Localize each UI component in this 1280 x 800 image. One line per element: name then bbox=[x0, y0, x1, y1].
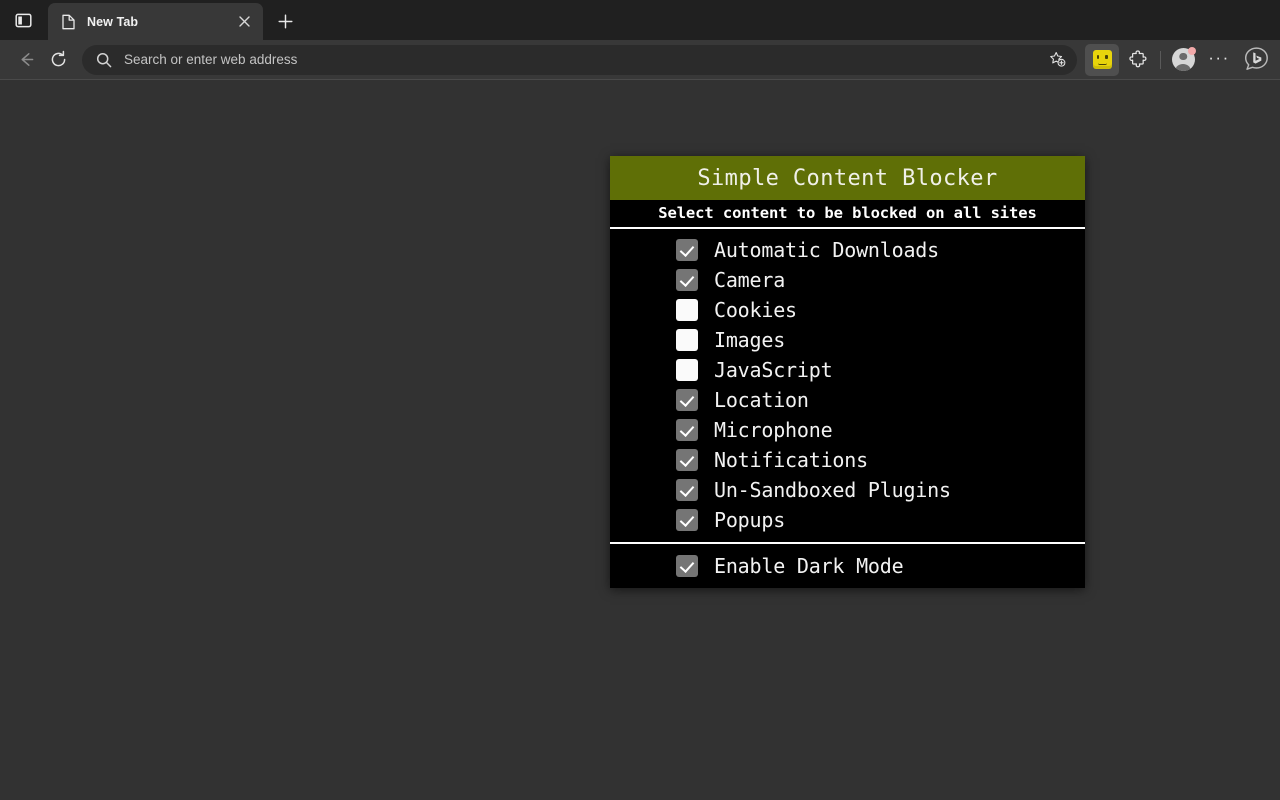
settings-and-more-button[interactable]: ··· bbox=[1202, 44, 1236, 76]
address-input[interactable] bbox=[124, 44, 1043, 75]
arrow-left-icon bbox=[21, 53, 33, 66]
option-label: Location bbox=[714, 388, 809, 412]
popup-header: Simple Content Blocker bbox=[610, 156, 1085, 200]
close-icon[interactable] bbox=[233, 11, 255, 33]
copilot-bing-icon bbox=[1244, 47, 1268, 70]
ellipsis-icon: ··· bbox=[1208, 47, 1230, 67]
copilot-button[interactable] bbox=[1240, 44, 1272, 76]
popup-subtitle-row: Select content to be blocked on all site… bbox=[610, 200, 1085, 226]
puzzle-piece-icon bbox=[1128, 50, 1147, 68]
extensions-button[interactable] bbox=[1121, 44, 1155, 76]
back-button[interactable] bbox=[10, 44, 42, 76]
option-checkbox[interactable] bbox=[676, 509, 698, 531]
dark-mode-label: Enable Dark Mode bbox=[714, 554, 904, 578]
page-viewport: Simple Content Blocker Select content to… bbox=[0, 80, 1280, 800]
tab-strip: New Tab bbox=[0, 0, 1280, 40]
option-checkbox[interactable] bbox=[676, 299, 698, 321]
option-label: Cookies bbox=[714, 298, 797, 322]
option-row[interactable]: Popups bbox=[610, 505, 1085, 535]
popup-subtitle: Select content to be blocked on all site… bbox=[658, 204, 1037, 222]
option-checkbox[interactable] bbox=[676, 479, 698, 501]
option-row[interactable]: Automatic Downloads bbox=[610, 235, 1085, 265]
option-checkbox[interactable] bbox=[676, 359, 698, 381]
content-blocker-extension-button[interactable] bbox=[1085, 43, 1119, 76]
option-row[interactable]: Location bbox=[610, 385, 1085, 415]
option-label: Camera bbox=[714, 268, 786, 292]
option-label: Popups bbox=[714, 508, 786, 532]
option-row[interactable]: Microphone bbox=[610, 415, 1085, 445]
new-tab-button[interactable] bbox=[270, 6, 300, 36]
option-checkbox[interactable] bbox=[676, 329, 698, 351]
refresh-button[interactable] bbox=[42, 44, 74, 76]
option-checkbox[interactable] bbox=[676, 239, 698, 261]
reload-icon bbox=[51, 50, 65, 67]
address-bar[interactable] bbox=[82, 44, 1077, 75]
option-row[interactable]: Cookies bbox=[610, 295, 1085, 325]
option-label: Automatic Downloads bbox=[714, 238, 939, 262]
option-row[interactable]: Notifications bbox=[610, 445, 1085, 475]
plus-icon bbox=[277, 13, 293, 29]
option-label: JavaScript bbox=[714, 358, 833, 382]
toolbar-divider bbox=[1160, 50, 1161, 69]
option-row[interactable]: JavaScript bbox=[610, 355, 1085, 385]
option-checkbox[interactable] bbox=[676, 419, 698, 441]
option-checkbox[interactable] bbox=[676, 449, 698, 471]
sidebar-panel-icon bbox=[14, 13, 32, 27]
blocked-content-options-list: Automatic Downloads Camera Cookies Images Ja… bbox=[610, 229, 1085, 541]
tab-actions-button[interactable] bbox=[8, 5, 38, 35]
option-label: Microphone bbox=[714, 418, 833, 442]
page-icon bbox=[60, 14, 76, 30]
option-row[interactable]: Images bbox=[610, 325, 1085, 355]
content-blocker-popup: Simple Content Blocker Select content to… bbox=[610, 156, 1085, 588]
dark-mode-row[interactable]: Enable Dark Mode bbox=[610, 544, 1085, 588]
option-label: Images bbox=[714, 328, 786, 352]
profile-button[interactable] bbox=[1166, 44, 1200, 76]
notification-badge bbox=[1187, 47, 1196, 55]
search-icon bbox=[95, 51, 112, 68]
option-row[interactable]: Un-Sandboxed Plugins bbox=[610, 475, 1085, 505]
option-checkbox[interactable] bbox=[676, 269, 698, 291]
lego-head-icon bbox=[1092, 50, 1112, 69]
add-favorite-icon[interactable] bbox=[1043, 47, 1071, 73]
tab-title: New Tab bbox=[87, 14, 139, 29]
option-label: Notifications bbox=[714, 448, 868, 472]
option-row[interactable]: Camera bbox=[610, 265, 1085, 295]
browser-tab[interactable]: New Tab bbox=[48, 3, 263, 40]
option-label: Un-Sandboxed Plugins bbox=[714, 478, 951, 502]
browser-window: New Tab Search or enter web address ··· … bbox=[0, 0, 1280, 800]
option-checkbox[interactable] bbox=[676, 389, 698, 411]
browser-toolbar: ··· bbox=[0, 40, 1280, 80]
dark-mode-checkbox[interactable] bbox=[676, 555, 698, 577]
popup-title: Simple Content Blocker bbox=[697, 165, 998, 191]
lego-mouth bbox=[1097, 63, 1107, 65]
